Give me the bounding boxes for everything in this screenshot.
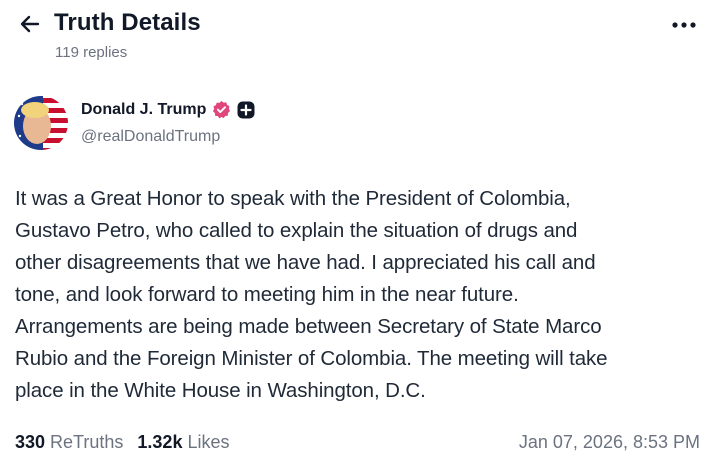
author-name-row: Donald J. Trump	[81, 100, 255, 119]
post-timestamp: Jan 07, 2026, 8:53 PM	[518, 432, 700, 452]
replies-count[interactable]: 119 replies	[55, 44, 127, 61]
more-horizontal-icon	[672, 22, 696, 28]
page-header: Truth Details 119 replies	[0, 0, 720, 72]
likes-label[interactable]: Likes	[187, 432, 229, 453]
arrow-left-icon	[20, 15, 40, 33]
retruths-label[interactable]: ReTruths	[50, 432, 123, 453]
more-options-button[interactable]	[666, 10, 702, 40]
avatar[interactable]	[14, 96, 68, 150]
post-text: It was a Great Honor to speak with the P…	[15, 187, 608, 402]
likes-count[interactable]: 1.32k	[137, 432, 182, 453]
post-author: Donald J. Trump @realDonaldTrump	[14, 96, 704, 152]
page-title: Truth Details	[54, 9, 201, 36]
plus-icon	[237, 101, 255, 118]
retruths-count[interactable]: 330	[15, 432, 45, 453]
follow-button[interactable]	[237, 101, 255, 119]
author-name[interactable]: Donald J. Trump	[81, 101, 206, 119]
back-button[interactable]	[14, 8, 46, 40]
author-handle[interactable]: @realDonaldTrump	[81, 128, 220, 146]
truth-details-page: Truth Details 119 replies Donald J. Trum…	[0, 0, 720, 469]
post-stats: 330 ReTruths 1.32k Likes	[15, 432, 243, 453]
avatar-image	[14, 96, 68, 150]
verified-badge-icon	[213, 100, 231, 119]
